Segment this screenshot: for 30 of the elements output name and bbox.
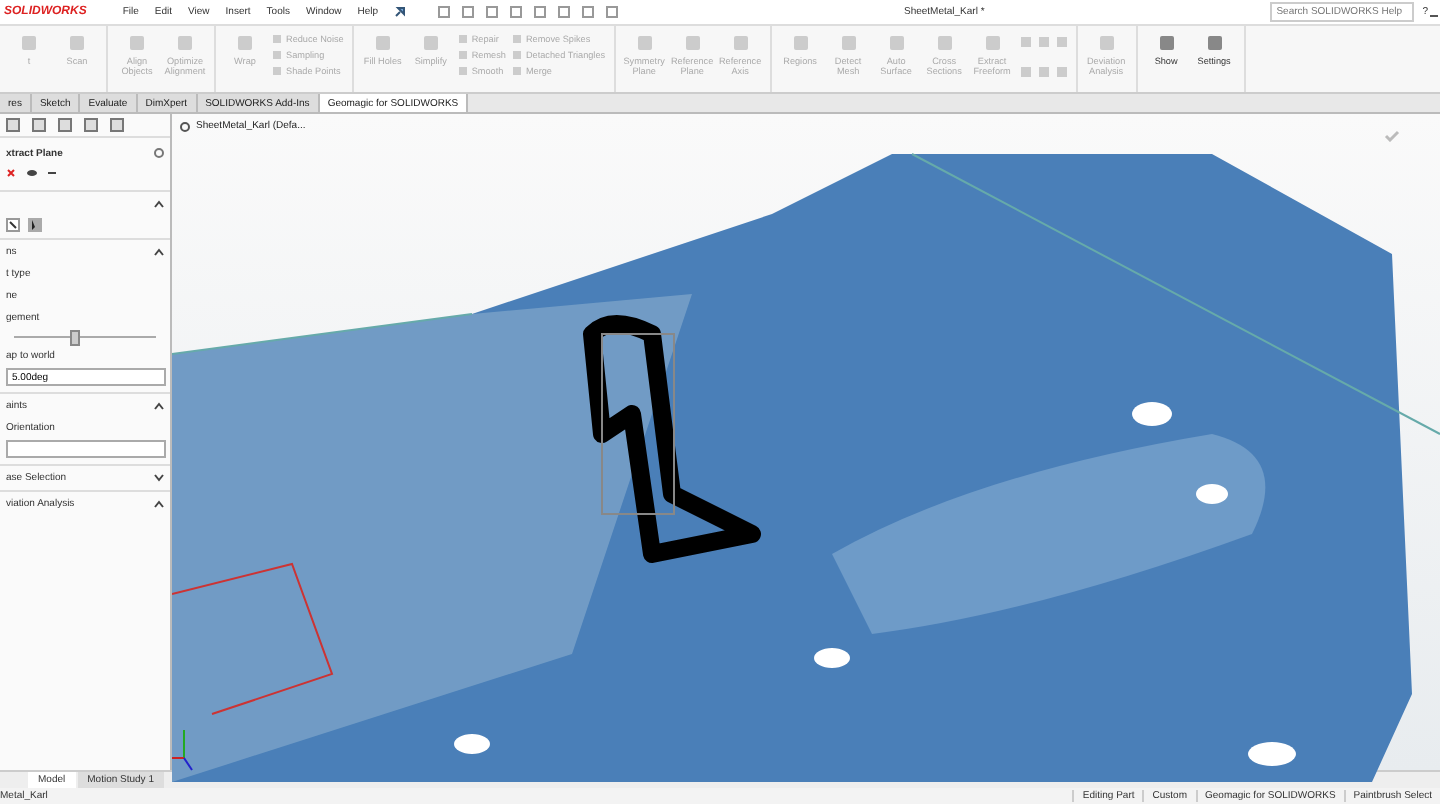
chevron-icon[interactable] [154, 474, 164, 482]
checkmark-icon[interactable] [1384, 130, 1400, 142]
close-icon[interactable] [6, 168, 16, 178]
tool-icon [176, 34, 194, 52]
tool-icon [791, 34, 810, 52]
line-tool-icon[interactable] [6, 218, 20, 232]
cursor-tool-icon[interactable] [28, 218, 42, 232]
tool-icon [1157, 34, 1176, 52]
tool-icon [373, 34, 392, 52]
tool-icon [635, 34, 654, 52]
tool-icon [128, 34, 146, 52]
slider-thumb[interactable] [70, 330, 81, 346]
part-icon [180, 121, 190, 131]
tool-icon [887, 34, 906, 52]
chevron-icon[interactable] [154, 200, 164, 208]
tool-icon [68, 34, 86, 52]
tool-icon [983, 34, 1002, 52]
tool-icon [1205, 34, 1224, 52]
axis-triad-icon [172, 729, 193, 771]
tool-icon [20, 34, 38, 52]
input-field[interactable] [6, 440, 166, 458]
tool-icon [839, 34, 858, 52]
chevron-icon[interactable] [154, 402, 164, 410]
tool-icon [731, 34, 750, 52]
chevron-icon[interactable] [154, 500, 164, 508]
tool-icon [935, 34, 954, 52]
chevron-icon[interactable] [154, 248, 164, 256]
tool-icon [1097, 34, 1116, 52]
help-icon[interactable] [154, 148, 164, 158]
tool-icon [683, 34, 702, 52]
